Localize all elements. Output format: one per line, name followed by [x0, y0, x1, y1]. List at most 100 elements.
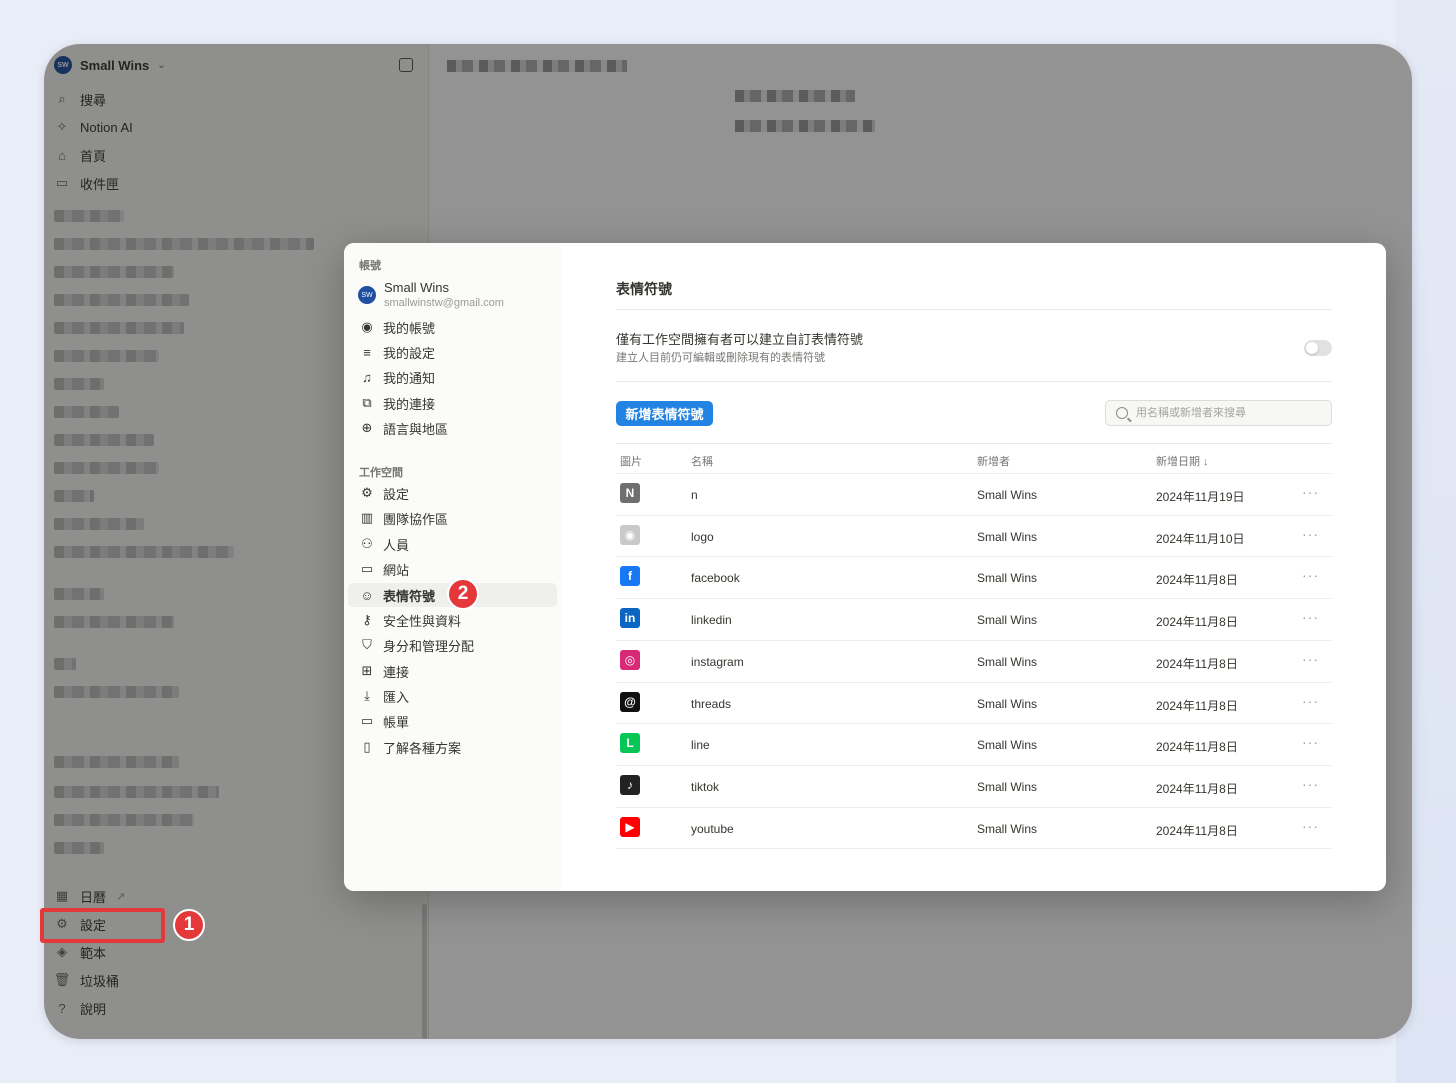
- nav-label: 設定: [383, 486, 410, 502]
- more-options-icon[interactable]: ···: [1302, 567, 1319, 583]
- smiley-icon: ☺: [360, 587, 374, 603]
- more-options-icon[interactable]: ···: [1302, 526, 1319, 542]
- gear-icon: ⚙: [361, 485, 373, 500]
- nav-label: 我的帳號: [383, 320, 436, 336]
- nav-teamspaces[interactable]: ▥ 團隊協作區: [348, 506, 557, 530]
- emoji-search[interactable]: [1105, 400, 1332, 426]
- brand-logo-icon: ◉: [620, 524, 640, 545]
- emoji-name: instagram: [691, 654, 744, 669]
- emoji-name: n: [691, 488, 698, 502]
- instagram-icon: ◎: [620, 649, 640, 670]
- search-input[interactable]: [1136, 407, 1316, 419]
- settings-modal: 帳號 SW Small Wins smallwinstw@gmail.com ◉…: [344, 243, 1386, 891]
- search-icon: [1116, 407, 1128, 419]
- people-icon: ⚇: [361, 536, 373, 551]
- nav-plans[interactable]: ▯ 了解各種方案: [348, 735, 557, 759]
- nav-label: 網站: [383, 562, 410, 578]
- emoji-creator: Small Wins: [977, 738, 1038, 753]
- tiktok-icon: ♪: [620, 774, 640, 795]
- table-row[interactable]: in linkedin Small Wins 2024年11月8日 ···: [616, 598, 1332, 640]
- shield-icon: ⛉: [362, 637, 372, 652]
- facebook-icon: f: [620, 566, 640, 587]
- nav-connections[interactable]: ⊞ 連接: [348, 659, 557, 683]
- emoji-creator: Small Wins: [977, 696, 1038, 711]
- nav-language-region[interactable]: ⊕ 語言與地區: [348, 416, 557, 440]
- more-options-icon[interactable]: ···: [1302, 818, 1319, 834]
- more-options-icon[interactable]: ···: [1302, 609, 1319, 625]
- emoji-settings-panel: 表情符號 僅有工作空間擁有者可以建立自訂表情符號 建立人目前仍可編輯或刪除現有的…: [616, 243, 1332, 891]
- website-icon: ▭: [360, 561, 374, 576]
- scrollbar[interactable]: [422, 904, 427, 1039]
- nav-my-connections[interactable]: ⧉ 我的連接: [348, 391, 557, 415]
- table-row[interactable]: @ threads Small Wins 2024年11月8日 ···: [616, 681, 1332, 724]
- user-circle-icon: ◉: [361, 319, 373, 334]
- settings-nav: 帳號 SW Small Wins smallwinstw@gmail.com ◉…: [344, 243, 561, 891]
- notion-logo-icon: N: [620, 483, 640, 503]
- table-top-border: [616, 443, 1332, 444]
- emoji-date: 2024年11月8日: [1156, 781, 1238, 796]
- emoji-name: facebook: [691, 571, 740, 586]
- youtube-icon: ▶: [620, 816, 640, 837]
- grid-icon: ⊞: [361, 663, 373, 678]
- sliders-icon: ≡: [363, 344, 371, 360]
- nav-label: 了解各種方案: [383, 740, 462, 756]
- page-title: 表情符號: [616, 281, 672, 297]
- nav-workspace-settings[interactable]: ⚙ 設定: [348, 481, 557, 505]
- more-options-icon[interactable]: ···: [1302, 734, 1319, 750]
- more-options-icon[interactable]: ···: [1302, 651, 1319, 667]
- nav-security-data[interactable]: ⚷ 安全性與資料: [348, 608, 557, 632]
- column-header-image: 圖片: [620, 456, 642, 468]
- table-bottom-border: [616, 848, 1332, 849]
- annotation-highlight-settings: [40, 908, 165, 943]
- table-row[interactable]: Lline Small Wins 2024年11月8日 ···: [616, 723, 1332, 765]
- table-row[interactable]: ▶ youtube Small Wins 2024年11月8日 ···: [616, 806, 1332, 849]
- nav-people[interactable]: ⚇ 人員: [348, 532, 557, 556]
- nav-label: 團隊協作區: [383, 511, 449, 527]
- credit-card-icon: ▭: [360, 713, 374, 728]
- annotation-step-badge: 2: [447, 578, 479, 610]
- emoji-date: 2024年11月19日: [1156, 490, 1245, 504]
- more-options-icon[interactable]: ···: [1302, 693, 1319, 709]
- emoji-date: 2024年11月10日: [1156, 531, 1245, 546]
- nav-label: 匯入: [383, 689, 410, 705]
- emoji-creator: Small Wins: [977, 654, 1038, 669]
- nav-label: 表情符號: [383, 588, 436, 604]
- nav-label: 人員: [383, 537, 410, 553]
- table-row[interactable]: ♪ tiktok Small Wins 2024年11月8日 ···: [616, 764, 1332, 807]
- emoji-creator: Small Wins: [977, 779, 1038, 794]
- globe-icon: ⊕: [361, 420, 373, 435]
- nav-billing[interactable]: ▭ 帳單: [348, 709, 557, 733]
- nav-import[interactable]: ⤓ 匯入: [348, 684, 557, 708]
- emoji-creator: Small Wins: [977, 488, 1038, 502]
- more-options-icon[interactable]: ···: [1302, 484, 1319, 500]
- divider: [616, 309, 1332, 310]
- emoji-name: linkedin: [691, 613, 732, 628]
- nav-my-account[interactable]: ◉ 我的帳號: [348, 315, 557, 339]
- emoji-name: line: [691, 738, 710, 753]
- account-card: SW Small Wins smallwinstw@gmail.com: [358, 280, 504, 309]
- table-row[interactable]: ◉ logo Small Wins 2024年11月10日 ···: [616, 514, 1332, 557]
- nav-my-settings[interactable]: ≡ 我的設定: [348, 340, 557, 364]
- linkedin-icon: in: [620, 608, 640, 629]
- nav-label: 連接: [383, 664, 410, 680]
- column-header-creator[interactable]: 新增者: [977, 453, 1010, 469]
- nav-my-notifications[interactable]: ♫ 我的通知: [348, 365, 557, 389]
- owner-only-emoji-toggle[interactable]: [1304, 340, 1332, 356]
- nav-sites[interactable]: ▭ 網站: [348, 557, 557, 581]
- emoji-creator: Small Wins: [977, 613, 1038, 628]
- nav-identity-provisioning[interactable]: ⛉ 身分和管理分配: [348, 633, 557, 657]
- threads-icon: @: [620, 691, 640, 712]
- avatar: SW: [358, 286, 376, 304]
- annotation-step-badge: 1: [173, 909, 205, 941]
- emoji-date: 2024年11月8日: [1156, 698, 1238, 713]
- section-label-account: 帳號: [359, 260, 381, 272]
- table-row[interactable]: f facebook Small Wins 2024年11月8日 ···: [616, 556, 1332, 598]
- table-row[interactable]: ◎ instagram Small Wins 2024年11月8日 ···: [616, 639, 1332, 682]
- column-header-name[interactable]: 名稱: [691, 453, 713, 469]
- emoji-date: 2024年11月8日: [1156, 656, 1238, 671]
- more-options-icon[interactable]: ···: [1302, 776, 1319, 792]
- emoji-name: logo: [691, 529, 714, 544]
- add-emoji-button[interactable]: 新增表情符號: [616, 401, 713, 426]
- table-row[interactable]: Nn Small Wins 2024年11月19日 ···: [616, 473, 1332, 515]
- column-header-date[interactable]: 新增日期 ↓: [1156, 453, 1209, 469]
